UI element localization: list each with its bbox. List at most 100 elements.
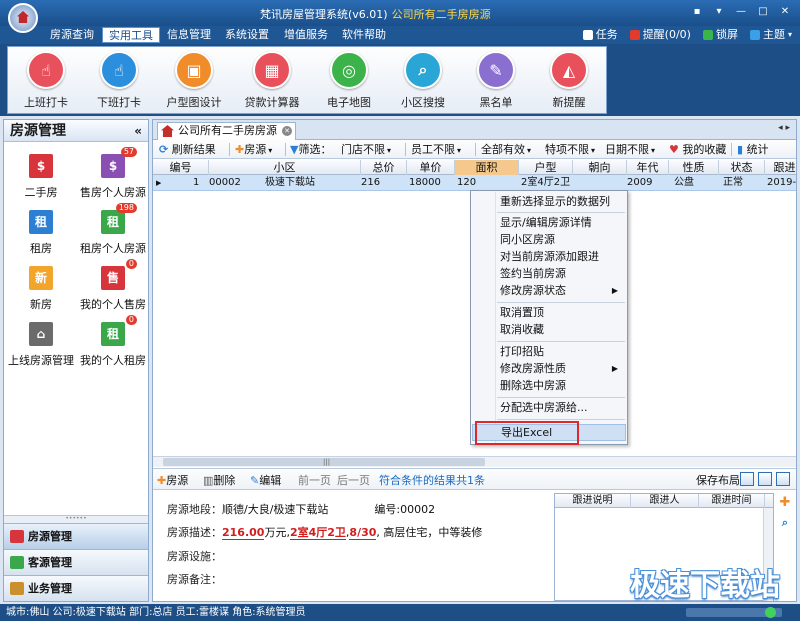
price-value: 216.00 [222, 526, 265, 540]
menu-item-print-poster[interactable]: 打印招贴 [472, 343, 626, 360]
online-listing-icon: ⌂ [29, 322, 53, 346]
menu-item-unfavorite[interactable]: 取消收藏 [472, 321, 626, 338]
menu-item-tools[interactable]: 实用工具 [102, 27, 160, 43]
table-row[interactable]: ▶ 1 00002 极速下载站 216 18000 120 2室4厅2卫 200… [153, 175, 796, 191]
maximize-button[interactable]: □ [754, 4, 772, 19]
new-house-icon: 新 [29, 266, 53, 290]
column-header-follow-person[interactable]: 跟进人 [631, 494, 699, 508]
menu-item-change-nature[interactable]: 修改房源性质 ▶ [472, 360, 626, 377]
sidebar-item-my-rent[interactable]: 租 0 我的个人租房 [76, 315, 150, 378]
horizontal-scrollbar[interactable]: ||| [153, 456, 796, 467]
menu-item-same-community[interactable]: 同小区房源 [472, 231, 626, 248]
prev-page-button[interactable]: 前一页 [298, 473, 331, 488]
task-button[interactable]: 任务 [582, 27, 618, 43]
floorplan-button[interactable]: ▣ 户型图设计 [158, 51, 230, 113]
favorites-button[interactable]: ♥ 我的收藏 [669, 142, 726, 157]
stats-button[interactable]: ▮ 统计 [737, 142, 769, 157]
column-header-follow-time[interactable]: 跟进时间 [699, 494, 765, 508]
edit-button[interactable]: ✎编辑 [250, 473, 281, 488]
menu-item-add-follow[interactable]: 对当前房源添加跟进 [472, 248, 626, 265]
map-button[interactable]: ◎ 电子地图 [313, 51, 385, 113]
menu-item-unpin[interactable]: 取消置顶 [472, 304, 626, 321]
loan-calculator-button[interactable]: ▦ 贷款计算器 [236, 51, 308, 113]
menu-item-label: 修改房源性质 [500, 362, 566, 375]
collapse-icon[interactable]: « [134, 120, 142, 142]
add-listing-dropdown[interactable]: ✚房源 ▾ [235, 142, 272, 157]
menu-item-assign[interactable]: 分配选中房源给... [472, 399, 626, 416]
clock-out-button[interactable]: ☝ 下班打卡 [83, 51, 155, 113]
dropdown-icon[interactable]: ▾ [710, 4, 728, 19]
remind-button[interactable]: 提醒(0/0) [629, 27, 691, 43]
community-search-button[interactable]: ⌕ 小区搜搜 [387, 51, 459, 113]
blacklist-button[interactable]: ✎ 黑名单 [460, 51, 532, 113]
sidebar-item-label: 租房个人房源 [80, 242, 146, 255]
sidebar-item-rent[interactable]: 租租房 [4, 210, 78, 266]
column-header-follow[interactable]: 跟进 [765, 160, 796, 175]
menu-item-select-columns[interactable]: 重新选择显示的数据列 [472, 193, 626, 210]
menu-item-services[interactable]: 增值服务 [278, 27, 334, 43]
sidebar-item-secondhand[interactable]: $ 二手房 [4, 154, 78, 210]
column-header-community[interactable]: 小区 [209, 160, 361, 175]
close-button[interactable]: ✕ [776, 4, 794, 19]
scroll-thumb[interactable]: ||| [163, 458, 485, 466]
menu-item-change-status[interactable]: 修改房源状态 ▶ [472, 282, 626, 299]
tab-company-listings[interactable]: 公司所有二手房房源 ✕ [157, 122, 296, 140]
theme-button[interactable]: 主题 ▾ [749, 27, 792, 43]
add-listing-button[interactable]: ✚房源 [157, 473, 188, 488]
column-header-unit[interactable]: 单价 [407, 160, 455, 175]
menu-item-delete-selected[interactable]: 删除选中房源 [472, 377, 626, 394]
date-filter-dropdown[interactable]: 日期不限 ▾ [605, 142, 655, 157]
valid-filter-dropdown[interactable]: 全部有效 ▾ [481, 142, 531, 157]
tab-scroll-arrows-icon[interactable]: ◂ ▸ [778, 123, 790, 133]
layout-full-icon[interactable] [740, 472, 754, 486]
save-layout-button[interactable]: 保存布局 [696, 473, 740, 488]
layout-bottom-icon[interactable] [758, 472, 772, 486]
refresh-button[interactable]: ⟳ 刷新结果 [159, 142, 216, 157]
menu-item-edit-details[interactable]: 显示/编辑房源详情 [472, 214, 626, 231]
menu-item-query[interactable]: 房源查询 [44, 27, 100, 43]
column-header-layout[interactable]: 户型 [519, 160, 573, 175]
remind-label: 提醒(0/0) [642, 28, 691, 41]
layout-split-icon[interactable] [776, 472, 790, 486]
lock-button[interactable]: 锁屏 [702, 27, 738, 43]
menu-item-help[interactable]: 软件帮助 [336, 27, 392, 43]
minimize-button[interactable]: — [732, 4, 750, 19]
sidebar-item-personal-rent[interactable]: 租 198 租房个人房源 [76, 203, 150, 266]
search-follow-icon[interactable]: ⌕ [778, 516, 792, 530]
column-header-status[interactable]: 状态 [719, 160, 765, 175]
staff-filter-dropdown[interactable]: 员工不限 ▾ [411, 142, 461, 157]
column-header-area[interactable]: 面积 [455, 160, 519, 175]
splitter-handle[interactable]: •••••• [4, 515, 148, 523]
divider [731, 143, 732, 156]
nav-client[interactable]: 客源管理 [4, 549, 148, 575]
column-header-total[interactable]: 总价 [361, 160, 407, 175]
follow-up-header: 跟进说明 跟进人 跟进时间 [555, 494, 773, 508]
new-reminder-button[interactable]: ◭ 新提醒 [533, 51, 605, 113]
delete-button[interactable]: ▥删除 [203, 473, 235, 488]
sidebar-item-my-sale[interactable]: 售 0 我的个人售房 [76, 259, 150, 322]
menu-item-settings[interactable]: 系统设置 [219, 27, 275, 43]
column-header-follow-note[interactable]: 跟进说明 [555, 494, 631, 508]
store-filter-dropdown[interactable]: 门店不限 ▾ [341, 142, 391, 157]
next-page-button[interactable]: 后一页 [337, 473, 370, 488]
skin-icon[interactable]: ▪ [688, 4, 706, 19]
menu-item-info[interactable]: 信息管理 [161, 27, 217, 43]
tab-label: 公司所有二手房房源 [178, 124, 277, 137]
clock-in-button[interactable]: ☝ 上班打卡 [10, 51, 82, 113]
bell-icon [629, 30, 640, 40]
nav-property[interactable]: 房源管理 [4, 523, 148, 549]
caret-icon: ▾ [387, 146, 392, 155]
add-follow-icon[interactable]: ✚ [778, 496, 792, 510]
sidebar-item-online[interactable]: ⌂ 上线房源管理 [4, 322, 78, 378]
close-tab-icon[interactable]: ✕ [282, 126, 292, 136]
menu-item-sign[interactable]: 签约当前房源 [472, 265, 626, 282]
column-header-id[interactable]: 编号 [153, 160, 209, 175]
submenu-arrow-icon: ▶ [611, 286, 618, 295]
column-header-facing[interactable]: 朝向 [573, 160, 627, 175]
nav-business[interactable]: 业务管理 [4, 575, 148, 601]
column-header-nature[interactable]: 性质 [669, 160, 719, 175]
special-filter-dropdown[interactable]: 特项不限 ▾ [545, 142, 595, 157]
sidebar-item-personal-sale[interactable]: $57 售房个人房源 [76, 147, 150, 210]
sidebar-item-new-house[interactable]: 新新房 [4, 266, 78, 322]
column-header-year[interactable]: 年代 [627, 160, 669, 175]
